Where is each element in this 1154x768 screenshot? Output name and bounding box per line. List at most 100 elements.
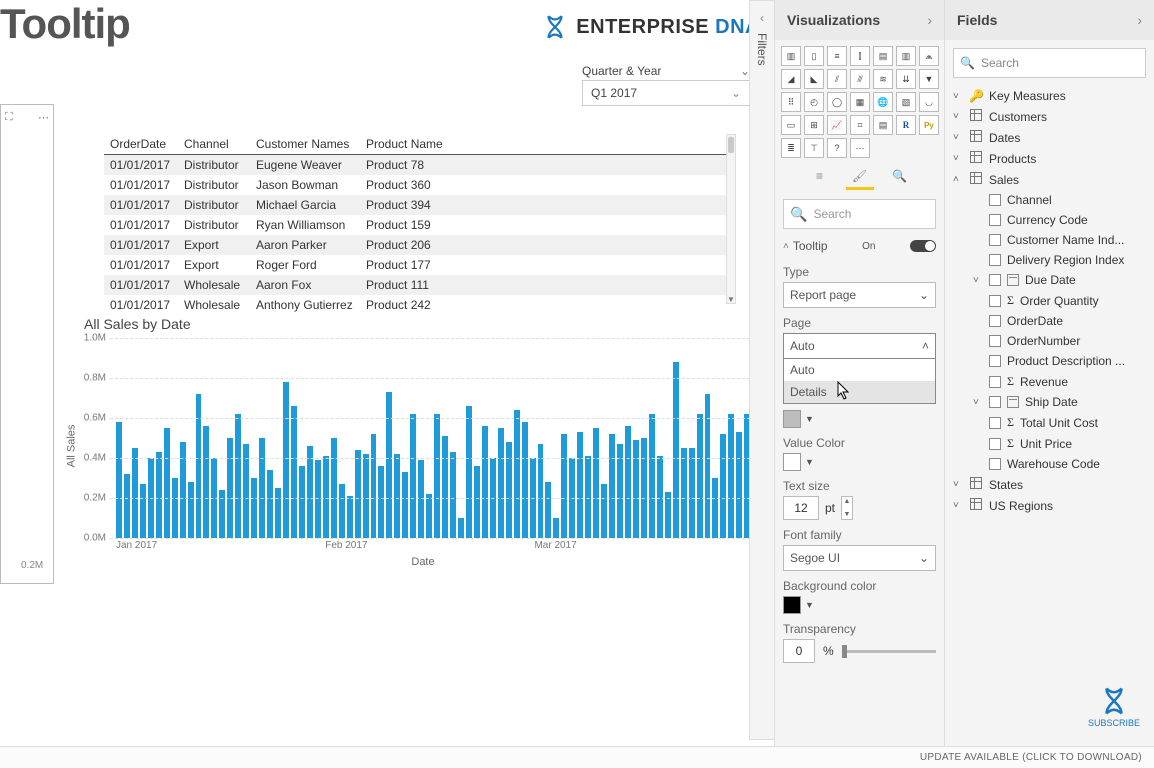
bar[interactable] (545, 482, 551, 538)
field-ship-date[interactable]: ˅Ship Date (951, 392, 1148, 412)
slicer-quarter-year[interactable]: Quarter & Year ⌄ Q1 2017 ⌄ (582, 64, 750, 106)
bar[interactable] (649, 414, 655, 538)
bar[interactable] (172, 478, 178, 538)
field-checkbox[interactable] (989, 355, 1001, 367)
bar[interactable] (728, 414, 734, 538)
bar[interactable] (458, 518, 464, 538)
field-ordernumber[interactable]: OrderNumber (951, 331, 1148, 351)
bar[interactable] (307, 446, 313, 538)
viz-line-clustered[interactable]: ⫻ (850, 69, 870, 89)
col-product[interactable]: Product Name (360, 134, 450, 154)
table-key-measures[interactable]: ˅🔑Key Measures (951, 86, 1148, 106)
bar[interactable] (188, 482, 194, 538)
viz-ribbon[interactable]: ≋ (873, 69, 893, 89)
text-size-stepper[interactable]: ▲▼ (841, 496, 853, 520)
bar[interactable] (641, 438, 647, 538)
chevron-down-icon[interactable]: ˅ (973, 397, 983, 408)
bar[interactable] (601, 484, 607, 538)
bar[interactable] (140, 484, 146, 538)
bar[interactable] (331, 438, 337, 538)
subscribe-badge[interactable]: SUBSCRIBE (1088, 686, 1140, 728)
bar[interactable] (577, 432, 583, 538)
viz-qna[interactable]: ? (827, 138, 847, 158)
dropdown-font-family[interactable]: Segoe UI ⌄ (783, 545, 936, 571)
bar[interactable] (498, 428, 504, 538)
bar[interactable] (593, 428, 599, 538)
tab-fields[interactable]: ≡ (808, 166, 832, 186)
bar[interactable] (720, 434, 726, 538)
slicer-dropdown[interactable]: Q1 2017 ⌄ (582, 80, 750, 106)
bar[interactable] (124, 474, 130, 538)
chevron-down-icon[interactable]: ˅ (973, 275, 983, 286)
viz-python[interactable]: Py (919, 115, 939, 135)
field-checkbox[interactable] (989, 417, 1001, 429)
viz-decomp-tree[interactable]: ⊤ (804, 138, 824, 158)
col-customer[interactable]: Customer Names (250, 134, 360, 154)
bar[interactable] (259, 438, 265, 538)
viz-waterfall[interactable]: ⇊ (896, 69, 916, 89)
viz-donut[interactable]: ◯ (827, 92, 847, 112)
viz-pie[interactable]: ◴ (804, 92, 824, 112)
bar[interactable] (402, 472, 408, 538)
bg-color-swatch[interactable]: ▼ (783, 596, 936, 614)
text-size-input[interactable]: 12 (783, 496, 819, 520)
viz-line[interactable]: ⩕ (919, 46, 939, 66)
option-auto[interactable]: Auto (784, 359, 935, 381)
scroll-thumb[interactable] (728, 137, 734, 153)
viz-kpi[interactable]: 📈 (827, 115, 847, 135)
label-color-swatch[interactable]: ▼ (783, 410, 936, 428)
chevron-down-icon[interactable]: ˅ (953, 479, 963, 490)
bar[interactable] (363, 454, 369, 538)
bar[interactable] (410, 414, 416, 538)
option-details[interactable]: Details (784, 381, 935, 403)
bar[interactable] (196, 394, 202, 538)
bar[interactable] (251, 478, 257, 538)
viz-gauge[interactable]: ◡ (919, 92, 939, 112)
bar[interactable] (633, 440, 639, 538)
tab-format[interactable]: 🖌 (848, 166, 872, 186)
transparency-input[interactable]: 0 (783, 639, 815, 663)
viz-multi-card[interactable]: ⊞ (804, 115, 824, 135)
bar[interactable] (283, 382, 289, 538)
field-checkbox[interactable] (989, 194, 1001, 206)
table-us-regions[interactable]: ˅US Regions (951, 495, 1148, 516)
value-color-swatch[interactable]: ▼ (783, 453, 936, 471)
viz-treemap[interactable]: ▦ (850, 92, 870, 112)
tab-analytics[interactable]: 🔍 (888, 166, 912, 186)
field-checkbox[interactable] (989, 376, 1001, 388)
table-row[interactable]: 01/01/2017WholesaleAnthony GutierrezProd… (104, 295, 730, 315)
bar[interactable] (561, 434, 567, 538)
bar[interactable] (506, 442, 512, 538)
field-delivery-region-index[interactable]: Delivery Region Index (951, 250, 1148, 270)
bar[interactable] (394, 454, 400, 538)
table-states[interactable]: ˅States (951, 474, 1148, 495)
bar[interactable] (466, 406, 472, 538)
bar[interactable] (386, 392, 392, 538)
bar[interactable] (522, 422, 528, 538)
format-search[interactable]: 🔍 Search (783, 199, 936, 229)
bar[interactable] (267, 470, 273, 538)
table-row[interactable]: 01/01/2017DistributorRyan WilliamsonProd… (104, 215, 730, 235)
viz-filled-map[interactable]: ▧ (896, 92, 916, 112)
chevron-up-icon[interactable]: ˄ (953, 174, 963, 185)
dropdown-type[interactable]: Report page ⌄ (783, 282, 936, 308)
field-orderdate[interactable]: OrderDate (951, 311, 1148, 331)
table-row[interactable]: 01/01/2017WholesaleAaron FoxProduct 111 (104, 275, 730, 295)
fields-search[interactable]: 🔍 Search (953, 48, 1146, 78)
bar[interactable] (553, 518, 559, 538)
table-dates[interactable]: ˅Dates (951, 127, 1148, 148)
viz-slicer[interactable]: ⌗ (850, 115, 870, 135)
field-due-date[interactable]: ˅Due Date (951, 270, 1148, 290)
bar[interactable] (275, 488, 281, 538)
field-customer-name-ind-[interactable]: Customer Name Ind... (951, 230, 1148, 250)
scroll-down-icon[interactable]: ▼ (727, 295, 735, 304)
bar[interactable] (426, 494, 432, 538)
table-scrollbar[interactable]: ▲ ▼ (726, 134, 736, 304)
bar[interactable] (371, 434, 377, 538)
field-warehouse-code[interactable]: Warehouse Code (951, 454, 1148, 474)
table-row[interactable]: 01/01/2017ExportRoger FordProduct 177 (104, 255, 730, 275)
bar[interactable] (418, 460, 424, 538)
bar[interactable] (657, 456, 663, 538)
bar[interactable] (235, 414, 241, 538)
viz-line-stacked[interactable]: ⫽ (827, 69, 847, 89)
